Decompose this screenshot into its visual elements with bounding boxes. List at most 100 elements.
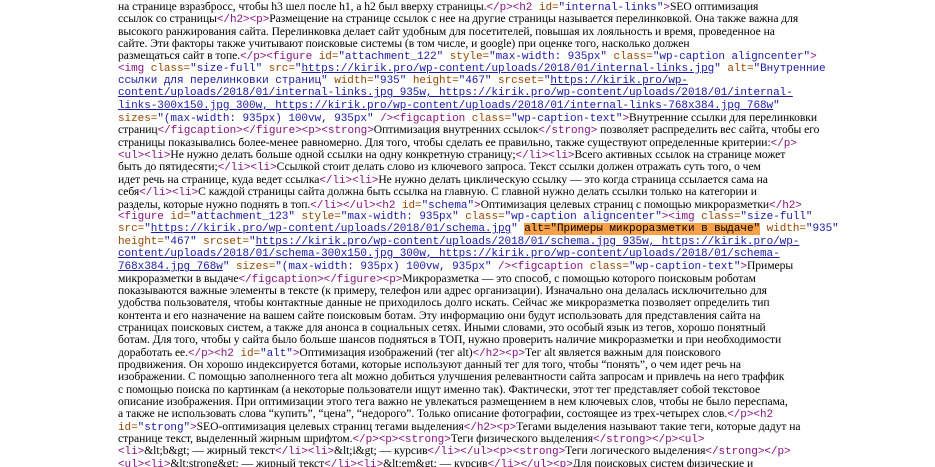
code-line: сайте. Эти факторы также учитывают поиск… <box>118 37 935 51</box>
link-token[interactable]: links-300x150.jpg 300w, https://kirik.pr… <box>118 100 773 112</box>
value-token: "size-full" <box>190 62 269 75</box>
tag-token: </p><figure <box>240 51 319 64</box>
code-line: ссылки для перелинковки страниц" width="… <box>118 75 935 87</box>
text-token: Оптимизация внутренних ссылок <box>373 123 539 137</box>
text-token: страниц <box>118 123 158 137</box>
text-token: Не нужно делать циклическую ссылку — это… <box>378 172 768 186</box>
attribute-token: id= <box>401 199 422 212</box>
text-token: SEO-оптимизация целевых страниц тегами в… <box>196 419 464 433</box>
attribute-token: width= <box>766 223 806 236</box>
attribute-token: height= <box>412 75 459 88</box>
text-token: показываются важные элементы в тексте (к… <box>118 283 767 297</box>
html-source-view: на странице взразбросс, чтобы h3 шел пос… <box>0 0 935 467</box>
value-token: "935" <box>805 223 839 236</box>
value-token: "schema" <box>421 199 475 212</box>
text-token: изображении. С помощью заполненного тега… <box>118 370 785 384</box>
text-token: Микроразметка — это способ, с помощью ко… <box>402 271 756 285</box>
code-line: height="467" srcset="https://kirik.pro/w… <box>118 236 935 248</box>
value-token: "467" <box>458 75 498 88</box>
link-token[interactable]: https://kirik.pro/wp-content/uploads/201… <box>151 223 511 235</box>
text-token: Оптимизация целевых страниц с помощью ми… <box>480 197 770 211</box>
tag-token: <li> <box>118 446 145 459</box>
code-line: разделы, которые нужно поднять в топ.</l… <box>118 197 935 212</box>
tag-token: </li></ul><h2 <box>310 199 402 212</box>
text-token: Оптимизация изображений (тег alt) <box>299 345 473 359</box>
value-token: "wp-caption aligncenter" <box>652 51 811 64</box>
tag-token: <ul><li> <box>118 458 171 467</box>
text-token: странице текст, выделенный жирным шрифто… <box>118 432 353 446</box>
link-token[interactable]: content/uploads/2018/01/internal-links.j… <box>118 87 793 99</box>
attribute-token: id= <box>170 210 191 223</box>
text-token: позволяет распределить вес сайта, чтобы … <box>597 123 820 137</box>
attribute-token: style= <box>301 210 341 223</box>
text-token: страницы показывались более-менее равном… <box>118 135 771 149</box>
text-token: описание изображения. При оптимизации эт… <box>118 395 788 408</box>
value-token: "935" <box>373 75 413 88</box>
code-line: <ul><li>&lt;strong&gt; — жирный текст</l… <box>118 456 935 467</box>
value-token: "attachment_122" <box>338 51 450 64</box>
value-token: "size-full" <box>740 210 813 223</box>
attribute-token: style= <box>449 51 490 64</box>
value-token: "wp-caption aligncenter" <box>504 210 662 223</box>
text-token: Примеры <box>746 259 794 273</box>
tag-token: </h2> <box>769 199 802 212</box>
value-token: "467" <box>163 235 204 248</box>
tag-token: ><img <box>661 210 702 223</box>
text-token: Теги физического выделения <box>450 432 594 446</box>
link-token[interactable]: https://kirik.pro/wp-content/uploads/201… <box>256 236 800 248</box>
text-token: &lt;i&gt; — курсив <box>334 444 428 458</box>
tag-token: </li></ul><p> <box>487 458 573 467</box>
value-token: "Внутренние <box>753 62 826 75</box>
code-line: <img class="size-full" src= "https://kiri… <box>118 63 935 75</box>
text-token: Всего активных ссылок на странице может <box>574 148 786 162</box>
text-token: размещаться сайт в топе. <box>118 49 241 63</box>
text-token: сайте. Эти факторы также учитывают поиск… <box>118 37 690 51</box>
value-token: "max-width: 935px" <box>340 210 466 223</box>
value-token: "(max-width: 935px) 100vw, 935px" <box>157 113 381 126</box>
attribute-token: alt= <box>727 62 754 75</box>
attribute-token: class= <box>613 51 653 64</box>
text-token: ссылок со страницы <box>118 12 217 26</box>
text-token: себя <box>118 185 140 199</box>
text-token: &lt;strong&gt; — жирный текст <box>170 456 325 467</box>
text-token: быть до пятидесяти; <box>118 160 218 174</box>
text-token: Ссылкой стоит делать слово из ключевого … <box>276 160 761 174</box>
link-token[interactable]: https://kirik.pro/wp-content/uploads/201… <box>301 63 714 75</box>
text-token: идет речь на странице, куда ведет ссылка <box>118 172 320 186</box>
text-token: Внутренние ссылки для перелинковки <box>629 111 818 125</box>
text-token: Размещение на странице ссылок с нее на д… <box>269 12 799 26</box>
value-token: "attachment_123" <box>190 210 302 223</box>
text-token: ботам. Для того, чтобы у сайта было боль… <box>118 333 782 347</box>
text-token: высокого ранжирования сайта. Перелинковк… <box>118 24 775 38</box>
text-token: &lt;em&gt; — курсив <box>383 456 488 467</box>
tag-token: </li><li> <box>324 458 384 467</box>
attribute-token: class= <box>150 62 191 75</box>
code-line: content/uploads/2018/01/internal-links.j… <box>118 87 935 99</box>
code-line: размещаться сайт в топе.</p><figure id="… <box>118 49 935 64</box>
attribute-token: srcset= <box>497 75 544 88</box>
link-token[interactable]: content/uploads/2018/01/schema-300x150.j… <box>118 248 780 260</box>
text-token: SEO оптимизация <box>669 0 759 13</box>
attribute-token: class= <box>701 210 741 223</box>
text-token: контента и его назначение на вашем сайте… <box>118 308 761 322</box>
value-token: ссылки для перелинковки страниц" <box>118 75 335 88</box>
value-token: " <box>773 99 780 112</box>
link-token[interactable]: https://kirik.pro/wp- <box>550 75 688 87</box>
highlighted-alt-attribute: alt="Примеры микроразметки в выдаче" <box>524 223 761 236</box>
text-token: С каждой страницы сайта должна быть ссыл… <box>198 185 757 199</box>
attribute-token: srcset= <box>203 235 250 248</box>
text-token: продвижения. Он хорошо индексируется бот… <box>118 357 741 371</box>
text-token: страницах поисковых систем, а также для … <box>118 320 766 334</box>
attribute-token: sizes= <box>235 261 276 274</box>
text-token: Не нужно делать больше одной ссылки на о… <box>170 148 516 162</box>
tag-token: > <box>810 51 817 64</box>
value-token: " <box>714 62 728 75</box>
text-token: разделы, которые нужно поднять в топ. <box>118 197 311 211</box>
text-token: Для поисковых систем физические и <box>572 456 754 467</box>
text-token: доработать ее. <box>118 345 188 359</box>
text-token: удобства пользователя, чтобы контактные … <box>118 296 770 310</box>
code-line: content/uploads/2018/01/schema-300x150.j… <box>118 248 935 260</box>
text-token: Тегами выделения называют такие теги, ко… <box>516 419 801 433</box>
text-token: &lt;b&gt; — жирный текст <box>144 444 276 458</box>
attribute-token: src= <box>118 223 145 236</box>
